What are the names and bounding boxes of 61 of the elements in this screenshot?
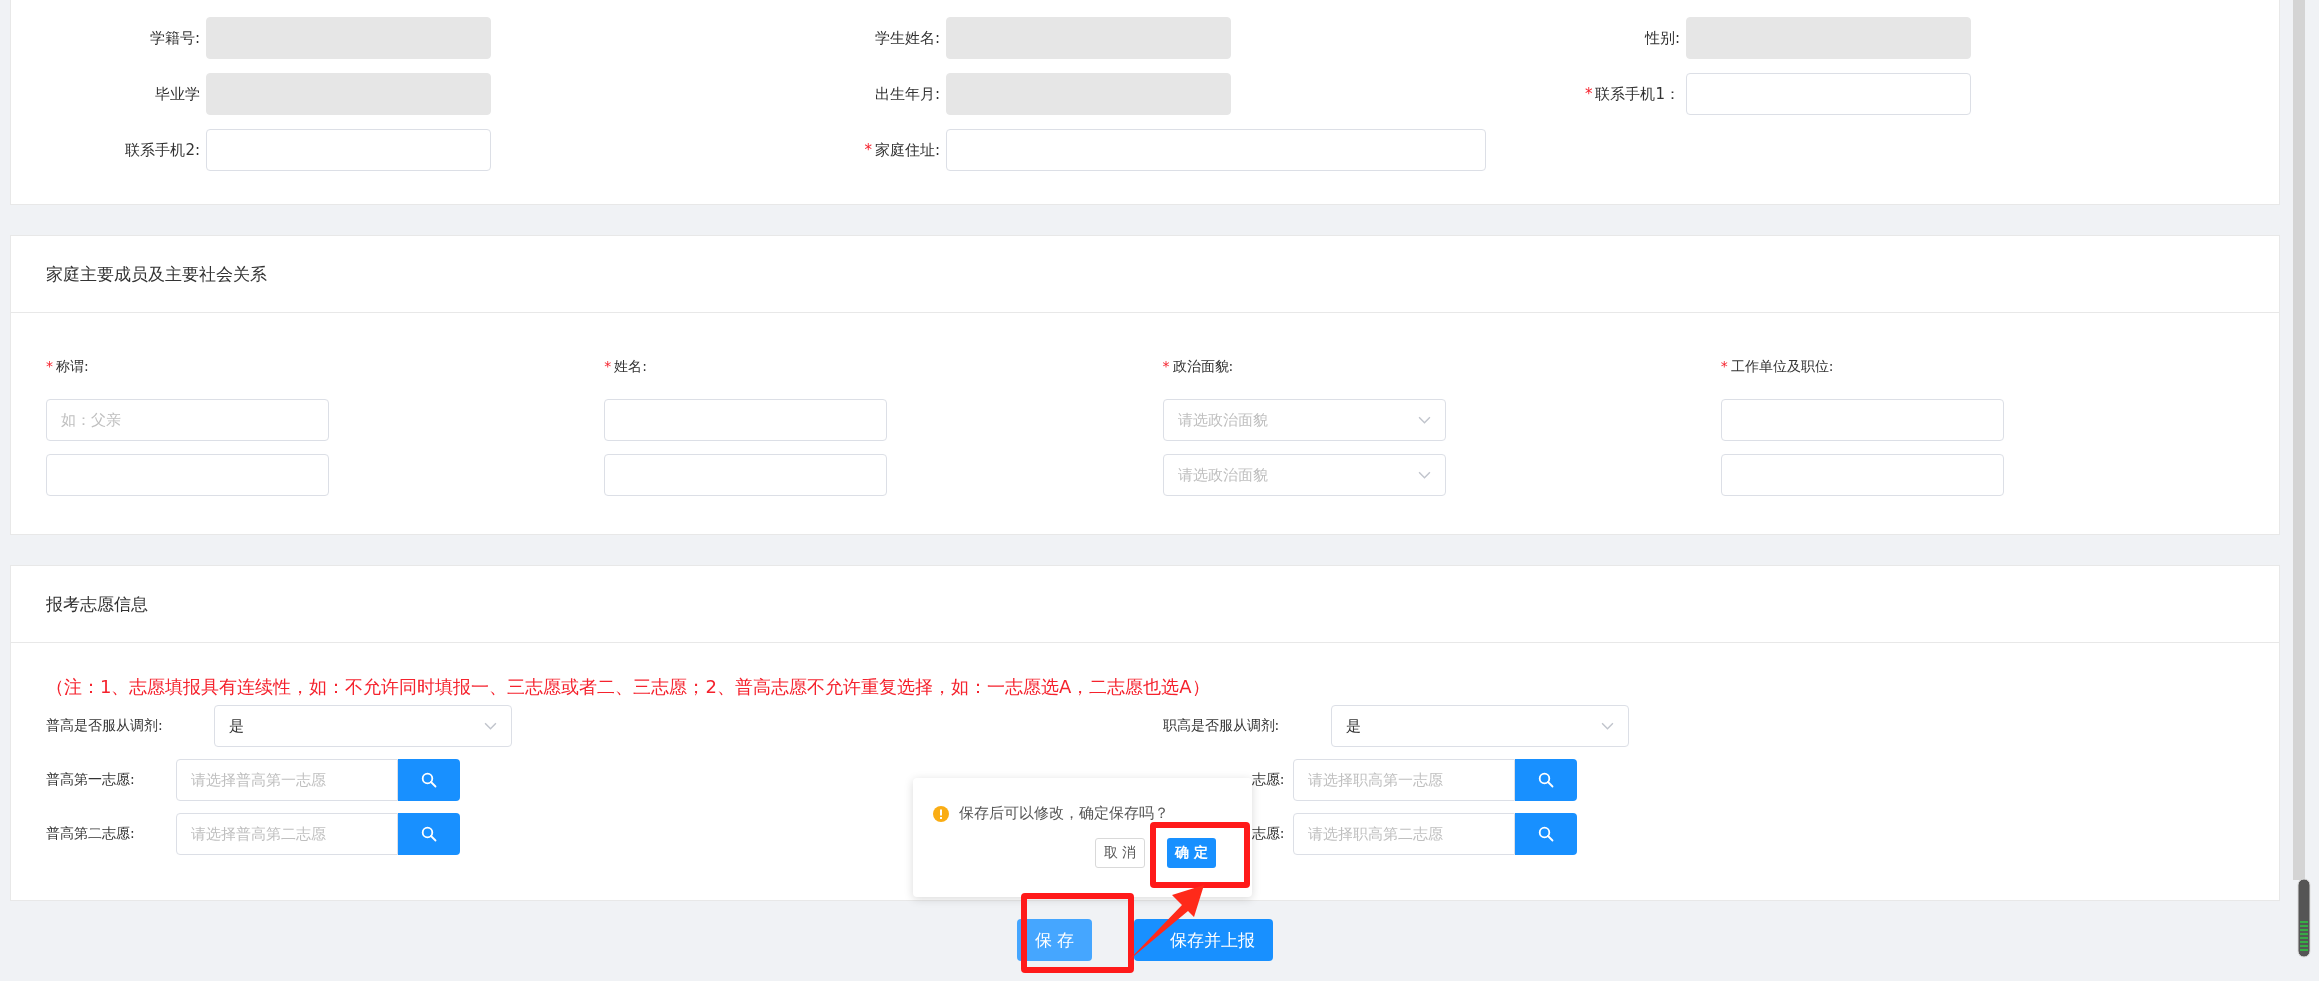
input-field[interactable] <box>1686 73 1971 115</box>
input-field[interactable]: 如：父亲 <box>46 399 329 441</box>
field-label: 家庭住址: <box>874 140 940 159</box>
search-icon <box>421 826 437 842</box>
search-icon <box>1537 772 1554 788</box>
input-field[interactable] <box>604 399 888 441</box>
field-label: 学生姓名: <box>874 28 940 47</box>
field-label: 工作单位及职位: <box>1730 358 1834 374</box>
cancel-button[interactable]: 取 消 <box>1094 838 1146 868</box>
field-label: 联系手机1： <box>1595 84 1680 103</box>
select-field[interactable]: 是 <box>1330 705 1629 747</box>
input-field[interactable] <box>1720 399 2004 441</box>
scrollbar[interactable] <box>2293 0 2305 880</box>
field-label: 出生年月: <box>874 84 940 103</box>
section-title: 报考志愿信息 <box>46 592 148 616</box>
note-text: （注：1、志愿填报具有连续性，如：不允许同时填报一、三志愿或者二、三志愿；2、普高志愿不允许重复选择，如：一志愿选A，二志愿也选A） <box>45 675 1211 699</box>
action-button[interactable]: 保存并上报 <box>1134 919 1274 961</box>
field-label: 学籍号: <box>149 28 200 47</box>
required-mark: * <box>604 358 612 374</box>
search-icon <box>421 772 437 788</box>
required-mark: * <box>1584 84 1593 103</box>
chevron-down-icon <box>484 721 497 731</box>
search-icon <box>1537 826 1554 842</box>
required-mark: * <box>1162 358 1170 374</box>
field-label: 联系手机2: <box>125 140 200 159</box>
required-mark: * <box>864 140 872 159</box>
input-field[interactable] <box>1720 454 2004 496</box>
popover-message: 保存后可以修改，确定保存吗？ <box>959 804 1169 823</box>
input-field[interactable] <box>206 129 491 171</box>
section-title: 家庭主要成员及主要社会关系 <box>46 262 267 286</box>
field-label: 普高第二志愿: <box>46 825 136 843</box>
field-label: 志愿: <box>1250 825 1285 843</box>
input-field[interactable] <box>946 129 1486 171</box>
field-label: 姓名: <box>614 358 647 374</box>
required-mark: * <box>1720 358 1728 374</box>
field-label: 性别: <box>1644 28 1680 47</box>
search-button[interactable] <box>1514 813 1577 855</box>
search-button[interactable] <box>398 813 460 855</box>
field-label: 职高是否服从调剂: <box>1162 717 1281 735</box>
search-button[interactable] <box>398 759 460 801</box>
chevron-down-icon <box>1417 470 1431 480</box>
field-label: 称谓: <box>56 358 89 374</box>
field-label: 政治面貌: <box>1172 358 1234 374</box>
chevron-down-icon <box>1600 721 1614 731</box>
field-label: 志愿: <box>1250 771 1285 789</box>
required-mark: * <box>46 358 53 374</box>
input-field[interactable] <box>604 454 888 496</box>
input-field[interactable]: 请选择职高第二志愿 <box>1292 813 1515 855</box>
action-button[interactable]: 保 存 <box>1016 919 1093 961</box>
field-label: 毕业学 <box>155 84 200 103</box>
chevron-down-icon <box>1417 415 1431 425</box>
field-label: 普高第一志愿: <box>46 771 136 789</box>
input-field[interactable]: 请选择普高第二志愿 <box>176 813 398 855</box>
input-field[interactable] <box>46 454 329 496</box>
confirm-button[interactable]: 确 定 <box>1167 838 1216 868</box>
select-field[interactable]: 请选政治面貌 <box>1162 454 1446 496</box>
select-field[interactable]: 是 <box>214 705 512 747</box>
search-button[interactable] <box>1514 759 1577 801</box>
select-field[interactable]: 请选政治面貌 <box>1162 399 1446 441</box>
warning-icon <box>933 805 949 822</box>
field-label: 普高是否服从调剂: <box>46 717 164 735</box>
